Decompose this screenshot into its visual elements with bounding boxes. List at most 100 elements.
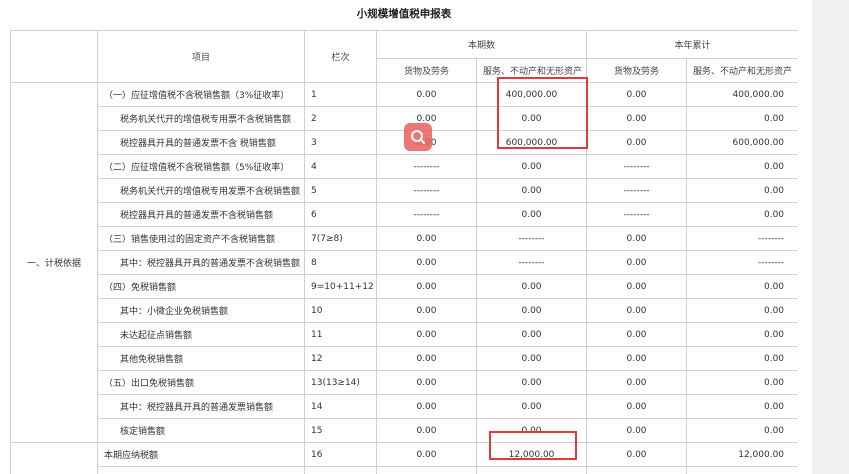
value-goods-ytd[interactable]: 0.00 (586, 106, 688, 131)
row-label: 其中：小微企业免税销售额 (97, 298, 305, 323)
highlight-box-bottom (489, 431, 577, 460)
value-goods-current[interactable]: -------- (376, 154, 477, 179)
value-goods-current[interactable]: 0.00 (376, 274, 477, 299)
row-col-no: 17 (304, 466, 377, 474)
header-item: 项目 (97, 30, 305, 83)
value-goods-ytd[interactable]: 0.00 (586, 394, 688, 419)
row-label: （四）免税销售额 (97, 274, 305, 299)
row-col-no: 10 (304, 298, 377, 323)
value-services-ytd[interactable]: 0.00 (686, 202, 798, 227)
table-row: 其中：小微企业免税销售额 10 0.00 0.00 0.00 0.00 (11, 298, 798, 323)
row-col-no: 7(7≥8) (304, 226, 377, 251)
row-label: 本期应纳税额 (97, 442, 305, 467)
scroll-panel[interactable] (812, 0, 849, 474)
row-col-no: 5 (304, 178, 377, 203)
value-goods-ytd[interactable]: 0.00 (586, 442, 688, 467)
header-goods-current: 货物及劳务 (376, 58, 477, 83)
row-label: （二）应征增值税不含税销售额（5%征收率） (97, 154, 305, 179)
value-goods-ytd[interactable]: -------- (586, 178, 688, 203)
right-gutter (798, 0, 812, 474)
value-services-current[interactable]: 0.00 (475, 346, 588, 371)
value-goods-current[interactable]: 0.00 (376, 394, 477, 419)
row-col-no: 16 (304, 442, 377, 467)
form-title: 小规模增值税申报表 (10, 0, 798, 31)
value-services-ytd[interactable]: 600,000.00 (686, 130, 798, 155)
table-row: 一、计税依据 （一）应征增值税不含税销售额（3%征收率） 1 0.00 400,000.… (10, 82, 798, 443)
value-goods-ytd[interactable]: -------- (586, 154, 688, 179)
value-services-ytd[interactable]: 0.00 (686, 370, 798, 395)
table-row: 未达起征点销售额 11 0.00 0.00 0.00 0.00 (11, 322, 798, 347)
header-current-period: 本期数 (375, 30, 588, 59)
value-services-ytd[interactable]: 0.00 (686, 346, 798, 371)
value-goods-ytd[interactable]: 0.00 (586, 322, 688, 347)
value-goods-ytd[interactable]: 0.00 (586, 298, 688, 323)
value-services-ytd[interactable]: 0.00 (686, 274, 798, 299)
header-col-no: 栏次 (304, 30, 377, 83)
row-col-no: 14 (304, 394, 377, 419)
table-row: 税控器具开具的普通发票不含税销售额 6 -------- 0.00 -------- 0.… (11, 202, 798, 227)
value-goods-ytd[interactable]: 0.00 (586, 274, 688, 299)
value-services-ytd[interactable]: 0.00 (686, 466, 798, 474)
value-services-ytd[interactable]: 0.00 (686, 418, 798, 443)
value-services-current[interactable]: 0.00 (475, 154, 588, 179)
value-services-ytd[interactable]: -------- (686, 250, 798, 275)
value-goods-ytd[interactable]: 0.00 (586, 226, 688, 251)
row-label: 税控器具开具的普通发票不含 税销售额 (97, 130, 305, 155)
value-services-ytd[interactable]: -------- (686, 226, 798, 251)
value-services-ytd[interactable]: 0.00 (686, 178, 798, 203)
header-ytd: 本年累计 (586, 30, 798, 59)
table-row: （三）销售使用过的固定资产不含税销售额 7(7≥8) 0.00 -------- 0.0… (11, 226, 798, 251)
value-goods-current[interactable]: 0.00 (376, 298, 477, 323)
value-services-current[interactable]: 0.00 (475, 274, 588, 299)
value-goods-ytd[interactable]: 0.00 (586, 370, 688, 395)
value-goods-ytd[interactable]: 0.00 (586, 82, 688, 107)
table-row: （五）出口免税销售额 13(13≥14) 0.00 0.00 0.00 0.00 (11, 370, 798, 395)
value-services-current[interactable]: 0.00 (475, 202, 588, 227)
value-goods-current[interactable]: 0.00 (376, 466, 477, 474)
value-goods-current[interactable]: 0.00 (376, 250, 477, 275)
value-services-ytd[interactable]: 0.00 (686, 322, 798, 347)
value-goods-current[interactable]: 0.00 (376, 418, 477, 443)
row-label: 税控器具开具的普通发票不含税销售额 (97, 202, 305, 227)
value-goods-current[interactable]: 0.00 (376, 346, 477, 371)
value-goods-ytd[interactable]: 0.00 (586, 346, 688, 371)
value-services-current[interactable]: -------- (475, 226, 588, 251)
value-services-ytd[interactable]: 400,000.00 (686, 82, 798, 107)
row-label: 税务机关代开的增值税专用发票不含税销售额 (97, 178, 305, 203)
value-services-current[interactable]: -------- (475, 250, 588, 275)
value-services-ytd[interactable]: 0.00 (686, 106, 798, 131)
row-col-no: 2 (304, 106, 377, 131)
table-row: 税务机关代开的增值税专用发票不含税销售额 5 -------- 0.00 -------… (11, 178, 798, 203)
value-goods-ytd[interactable]: 0.00 (586, 250, 688, 275)
value-goods-ytd[interactable]: -------- (586, 202, 688, 227)
row-col-no: 4 (304, 154, 377, 179)
value-services-ytd[interactable]: 0.00 (686, 394, 798, 419)
value-services-current[interactable]: 0.00 (475, 370, 588, 395)
value-services-current[interactable]: 0.00 (475, 466, 588, 474)
header-services-ytd: 服务、不动产和无形资产 (686, 58, 798, 83)
value-goods-current[interactable]: 0.00 (376, 322, 477, 347)
value-services-current[interactable]: 0.00 (475, 322, 588, 347)
value-goods-current[interactable]: -------- (376, 202, 477, 227)
row-col-no: 11 (304, 322, 377, 347)
value-goods-current[interactable]: 0.00 (376, 442, 477, 467)
value-goods-current[interactable]: 0.00 (376, 226, 477, 251)
value-services-ytd[interactable]: 0.00 (686, 154, 798, 179)
search-fab-button[interactable] (404, 123, 432, 151)
value-services-ytd[interactable]: 0.00 (686, 298, 798, 323)
value-goods-current[interactable]: 0.00 (376, 370, 477, 395)
value-goods-ytd[interactable]: 0.00 (586, 466, 688, 474)
row-label: 其他免税销售额 (97, 346, 305, 371)
row-label: （一）应征增值税不含税销售额（3%征收率） (97, 82, 305, 107)
value-services-current[interactable]: 0.00 (475, 298, 588, 323)
value-goods-ytd[interactable]: 0.00 (586, 130, 688, 155)
value-goods-current[interactable]: -------- (376, 178, 477, 203)
row-col-no: 15 (304, 418, 377, 443)
row-label: 核定应纳税额 (97, 466, 305, 474)
value-services-ytd[interactable]: 12,000.00 (686, 442, 798, 467)
row-col-no: 3 (304, 130, 377, 155)
value-services-current[interactable]: 0.00 (475, 394, 588, 419)
value-goods-ytd[interactable]: 0.00 (586, 418, 688, 443)
value-services-current[interactable]: 0.00 (475, 178, 588, 203)
value-goods-current[interactable]: 0.00 (376, 82, 477, 107)
